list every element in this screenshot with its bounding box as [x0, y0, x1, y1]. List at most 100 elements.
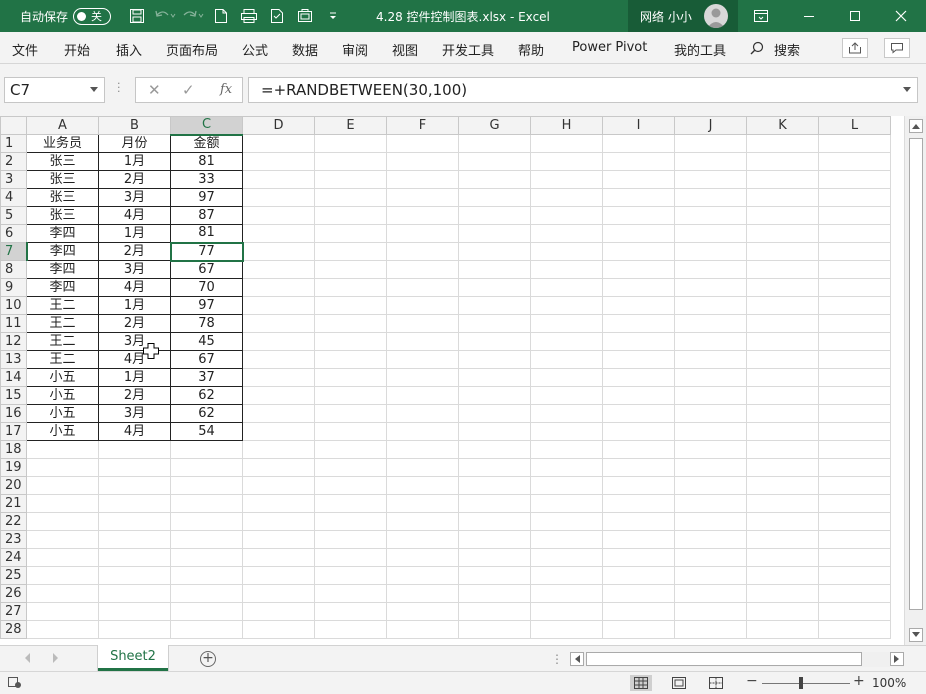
- cell-j22[interactable]: [674, 512, 747, 531]
- column-header-c[interactable]: C: [170, 116, 243, 136]
- cell-a16[interactable]: 小五: [26, 404, 99, 423]
- column-header-d[interactable]: D: [242, 116, 315, 135]
- cell-l16[interactable]: [818, 404, 891, 423]
- cell-e23[interactable]: [314, 530, 387, 549]
- enter-icon[interactable]: ✓: [182, 81, 195, 99]
- cell-i8[interactable]: [602, 260, 675, 279]
- cell-d15[interactable]: [242, 386, 315, 405]
- cell-d27[interactable]: [242, 602, 315, 621]
- cell-a3[interactable]: 张三: [26, 170, 99, 189]
- tab-power-pivot[interactable]: Power Pivot: [572, 40, 647, 55]
- cell-g12[interactable]: [458, 332, 531, 351]
- row-header[interactable]: 7: [0, 242, 28, 261]
- column-header-a[interactable]: A: [26, 116, 99, 135]
- cell-k10[interactable]: [746, 296, 819, 315]
- cell-b28[interactable]: [98, 620, 171, 639]
- cell-g24[interactable]: [458, 548, 531, 567]
- insert-function-icon[interactable]: fx: [220, 82, 232, 97]
- cell-f4[interactable]: [386, 188, 459, 207]
- cell-k19[interactable]: [746, 458, 819, 477]
- cell-f24[interactable]: [386, 548, 459, 567]
- column-header-j[interactable]: J: [674, 116, 747, 135]
- cell-c19[interactable]: [170, 458, 243, 477]
- cell-h11[interactable]: [530, 314, 603, 333]
- cell-i16[interactable]: [602, 404, 675, 423]
- vertical-scrollbar[interactable]: [904, 116, 926, 645]
- cell-a11[interactable]: 王二: [26, 314, 99, 333]
- cell-h25[interactable]: [530, 566, 603, 585]
- cell-c7[interactable]: 77: [169, 241, 244, 262]
- cell-e8[interactable]: [314, 260, 387, 279]
- cell-k6[interactable]: [746, 224, 819, 243]
- cell-e6[interactable]: [314, 224, 387, 243]
- cell-b13[interactable]: 4月: [98, 350, 171, 369]
- cell-a24[interactable]: [26, 548, 99, 567]
- cell-d14[interactable]: [242, 368, 315, 387]
- autosave-toggle[interactable]: 关: [73, 7, 112, 25]
- cell-g19[interactable]: [458, 458, 531, 477]
- tab-home[interactable]: 开始: [64, 40, 90, 59]
- cell-d22[interactable]: [242, 512, 315, 531]
- tab-page-layout[interactable]: 页面布局: [166, 40, 218, 59]
- cell-g16[interactable]: [458, 404, 531, 423]
- cell-k1[interactable]: [746, 134, 819, 153]
- cell-a20[interactable]: [26, 476, 99, 495]
- cell-k8[interactable]: [746, 260, 819, 279]
- cell-d2[interactable]: [242, 152, 315, 171]
- cell-a14[interactable]: 小五: [26, 368, 99, 387]
- cell-d5[interactable]: [242, 206, 315, 225]
- cell-k12[interactable]: [746, 332, 819, 351]
- cell-c25[interactable]: [170, 566, 243, 585]
- search-label[interactable]: 搜索: [774, 40, 800, 59]
- cell-e10[interactable]: [314, 296, 387, 315]
- cell-h17[interactable]: [530, 422, 603, 441]
- horizontal-scroll-thumb[interactable]: [586, 652, 862, 666]
- print-preview-icon[interactable]: [235, 4, 263, 28]
- cell-g13[interactable]: [458, 350, 531, 369]
- cell-f8[interactable]: [386, 260, 459, 279]
- cell-l11[interactable]: [818, 314, 891, 333]
- macro-record-icon[interactable]: [4, 675, 26, 691]
- cell-l1[interactable]: [818, 134, 891, 153]
- cell-l28[interactable]: [818, 620, 891, 639]
- cell-g17[interactable]: [458, 422, 531, 441]
- cell-d24[interactable]: [242, 548, 315, 567]
- row-header[interactable]: 2: [0, 152, 27, 171]
- cell-j10[interactable]: [674, 296, 747, 315]
- cell-j15[interactable]: [674, 386, 747, 405]
- save-icon[interactable]: [123, 4, 151, 28]
- cell-b17[interactable]: 4月: [98, 422, 171, 441]
- cell-h4[interactable]: [530, 188, 603, 207]
- cell-c17[interactable]: 54: [170, 422, 243, 441]
- cell-a22[interactable]: [26, 512, 99, 531]
- close-icon[interactable]: [878, 0, 924, 32]
- cell-f21[interactable]: [386, 494, 459, 513]
- row-header[interactable]: 3: [0, 170, 27, 189]
- name-box[interactable]: C7: [4, 77, 105, 103]
- cell-h18[interactable]: [530, 440, 603, 459]
- row-header[interactable]: 20: [0, 476, 27, 495]
- cell-f10[interactable]: [386, 296, 459, 315]
- cell-a4[interactable]: 张三: [26, 188, 99, 207]
- cell-d13[interactable]: [242, 350, 315, 369]
- cell-d4[interactable]: [242, 188, 315, 207]
- cell-l7[interactable]: [818, 242, 891, 261]
- cell-i26[interactable]: [602, 584, 675, 603]
- cell-g25[interactable]: [458, 566, 531, 585]
- cell-c8[interactable]: 67: [170, 260, 243, 279]
- cell-b22[interactable]: [98, 512, 171, 531]
- cell-d1[interactable]: [242, 134, 315, 153]
- cell-f1[interactable]: [386, 134, 459, 153]
- zoom-in-icon[interactable]: +: [853, 673, 865, 689]
- cell-l20[interactable]: [818, 476, 891, 495]
- cell-j18[interactable]: [674, 440, 747, 459]
- column-header-f[interactable]: F: [386, 116, 459, 135]
- cell-j26[interactable]: [674, 584, 747, 603]
- cell-l10[interactable]: [818, 296, 891, 315]
- cell-k25[interactable]: [746, 566, 819, 585]
- cell-d6[interactable]: [242, 224, 315, 243]
- vertical-scroll-thumb[interactable]: [909, 138, 923, 610]
- cell-c9[interactable]: 70: [170, 278, 243, 297]
- cell-e7[interactable]: [314, 242, 387, 261]
- worksheet-grid[interactable]: A B C D E F G H I J K L 1 业务员 月份 金额 2 张三 1月 81 3 张三 2月 33 4 张三 3月 9…: [0, 116, 904, 645]
